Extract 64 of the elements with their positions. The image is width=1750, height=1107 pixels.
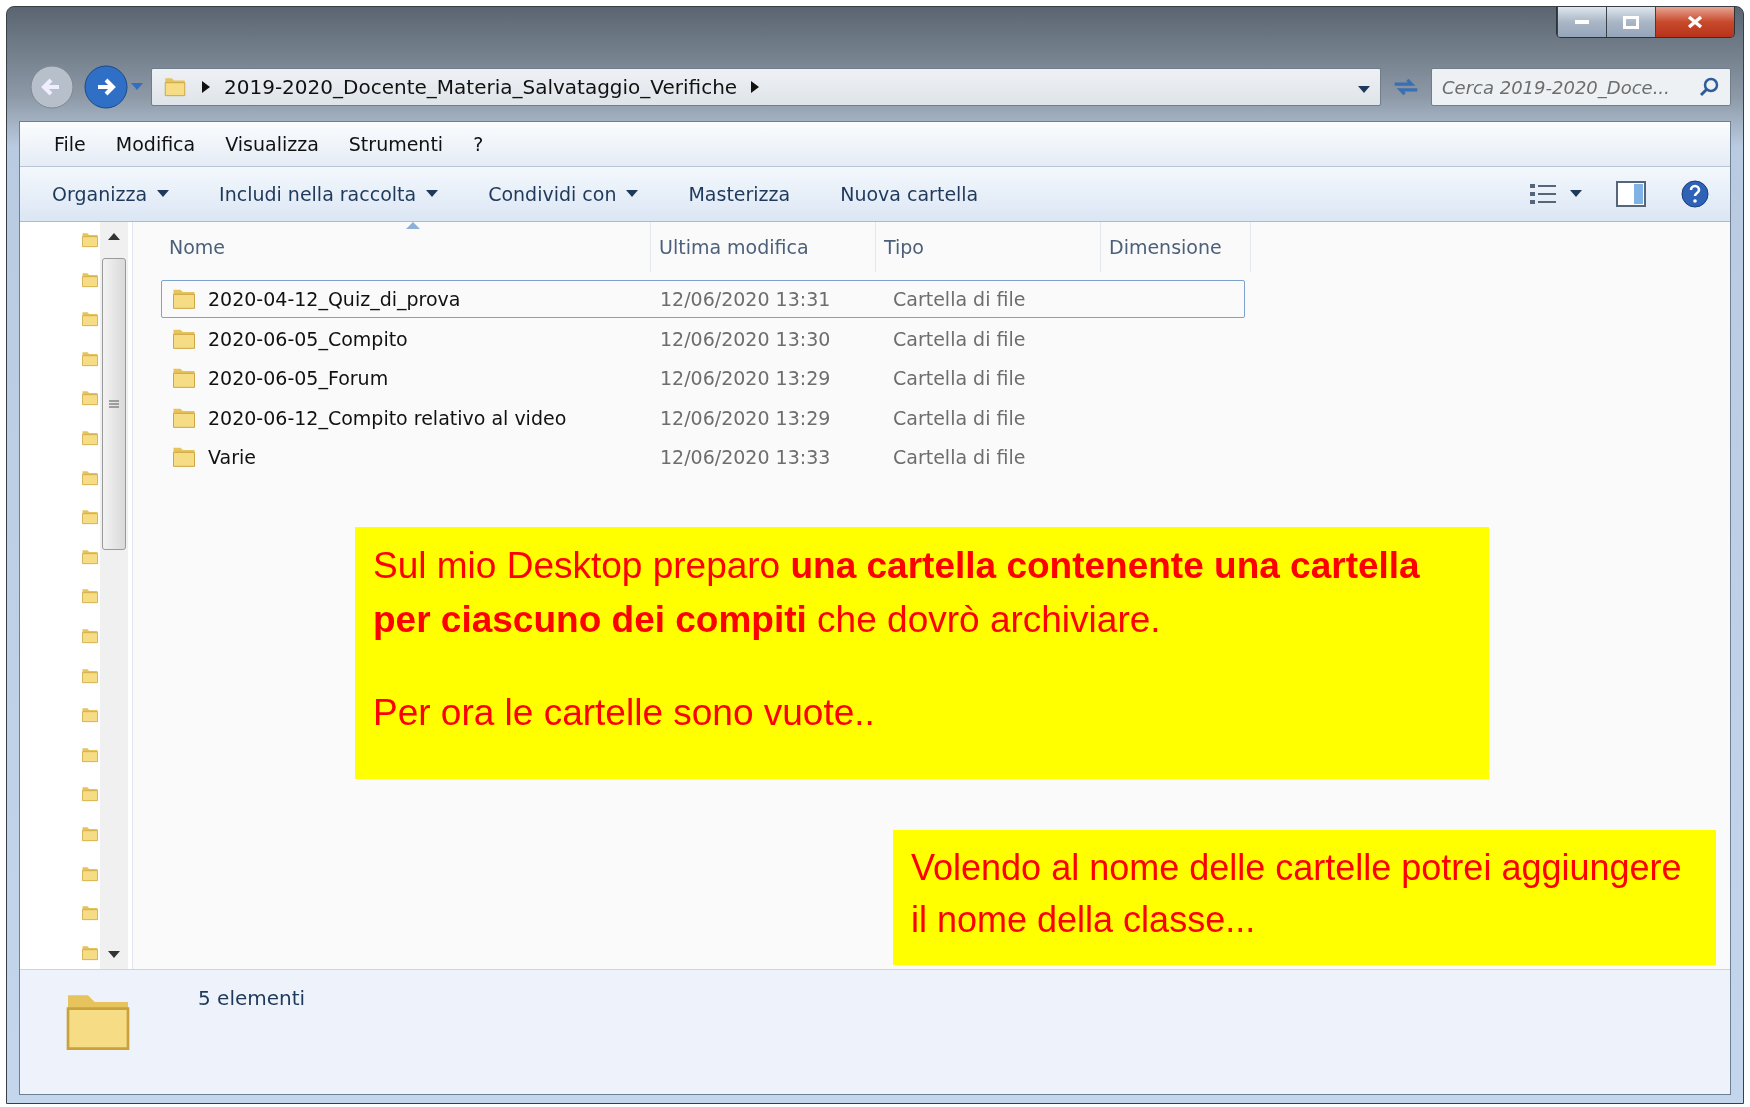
breadcrumb-path[interactable]: 2019-2020_Docente_Materia_Salvataggio_Verifiche [224, 75, 738, 99]
close-icon [1687, 15, 1703, 29]
toolbar-button[interactable]: Includi nella raccolta [207, 177, 451, 211]
column-header[interactable]: Dimensione [1101, 222, 1251, 272]
modified-date: 12/06/2020 13:33 [659, 446, 832, 468]
modified-date: 12/06/2020 13:31 [659, 288, 832, 310]
modified-date: 12/06/2020 13:29 [659, 406, 832, 429]
grip-icon [109, 400, 119, 408]
annotation-text: Volendo al nome delle cartelle potrei aggiungere il nome della classe... [911, 846, 1683, 943]
maximize-button[interactable] [1606, 7, 1655, 37]
toolbar-button[interactable]: Condividi con [476, 177, 651, 211]
column-header[interactable]: Ultima modifica [651, 222, 876, 272]
file-row[interactable]: 2020-06-12_Compito relativo al video 12/06/2020 13:29 Cartella di file [161, 398, 1245, 437]
menu-item[interactable]: ? [473, 133, 484, 155]
toolbar-button[interactable]: Masterizza [676, 177, 803, 211]
modified-date: 12/06/2020 13:29 [659, 367, 832, 389]
file-name: 2020-04-12_Quiz_di_prova [162, 285, 652, 313]
back-button[interactable] [29, 64, 75, 110]
minimize-icon [1575, 20, 1589, 24]
menu-item[interactable]: Strumenti [348, 133, 444, 155]
menu-item[interactable]: Modifica [115, 133, 196, 155]
scroll-thumb[interactable] [102, 258, 126, 550]
file-type: Cartella di file [892, 367, 1027, 389]
address-bar[interactable]: 2019-2020_Docente_Materia_Salvataggio_Verifiche [151, 68, 1381, 106]
dropdown-caret-icon [157, 190, 170, 198]
minimize-button[interactable] [1557, 7, 1606, 37]
file-type: Cartella di file [892, 446, 1027, 468]
chevron-right-icon [751, 81, 760, 93]
file-name: Varie [162, 443, 652, 471]
file-row[interactable]: Varie 12/06/2020 13:33 Cartella di file [161, 438, 1245, 476]
file-row[interactable]: 2020-06-05_Forum 12/06/2020 13:29 Cartella di file [161, 359, 1245, 397]
modified-date: 12/06/2020 13:30 [659, 327, 832, 350]
file-row[interactable]: 2020-04-12_Quiz_di_prova 12/06/2020 13:31 Cartella di file [161, 280, 1245, 318]
file-type: Cartella di file [892, 327, 1027, 350]
maximize-icon [1623, 15, 1639, 29]
view-options-icon[interactable] [1530, 183, 1556, 205]
file-name: 2020-06-05_Compito [162, 324, 652, 353]
dropdown-caret-icon [426, 190, 439, 198]
annotation-text: Sul mio Desktop preparo una cartella contenente una cartella per ciascuno dei compiti che dovrò archiviare. [373, 544, 1421, 642]
dropdown-caret-icon [626, 190, 639, 198]
forward-button[interactable] [83, 64, 129, 110]
menu-item[interactable]: Visualizza [225, 133, 319, 155]
annotation-text: Per ora le cartelle sono vuote.. [373, 691, 876, 736]
close-button[interactable] [1655, 7, 1734, 37]
search-field[interactable]: Cerca 2019-2020_Doce... [1431, 68, 1731, 106]
file-row[interactable]: 2020-06-05_Compito 12/06/2020 13:30 Cartella di file [161, 319, 1245, 358]
file-name: 2020-06-05_Forum [162, 364, 652, 392]
view-dropdown-icon [1570, 190, 1582, 198]
menu-item[interactable]: File [54, 133, 86, 155]
help-icon[interactable] [1680, 179, 1710, 209]
scrollbar[interactable] [100, 222, 128, 969]
file-type: Cartella di file [892, 406, 1027, 429]
column-header[interactable]: Tipo [876, 222, 1101, 272]
toolbar-button[interactable]: Organizza [40, 177, 182, 211]
file-type: Cartella di file [892, 288, 1027, 310]
chevron-right-icon [202, 81, 210, 93]
folder-icon [80, 230, 100, 250]
column-header[interactable]: Nome [161, 222, 651, 272]
file-name: 2020-06-12_Compito relativo al video [162, 403, 652, 432]
preview-pane-icon[interactable] [1616, 181, 1646, 207]
toolbar-button[interactable]: Nuova cartella [828, 177, 991, 211]
search-icon [1698, 76, 1720, 98]
item-count: 5 elementi [198, 986, 306, 1010]
address-dropdown-icon [1358, 86, 1370, 94]
